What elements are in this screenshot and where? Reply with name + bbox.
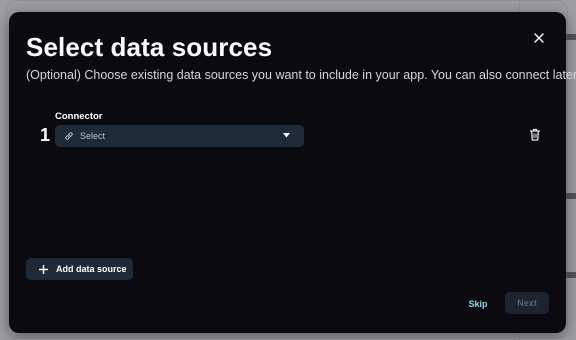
dialog-subtitle: (Optional) Choose existing data sources …	[26, 68, 576, 82]
skip-button[interactable]: Skip	[462, 294, 494, 314]
trash-icon	[529, 128, 541, 141]
delete-connector-button[interactable]	[529, 128, 541, 142]
select-data-sources-dialog: Select data sources (Optional) Choose ex…	[9, 12, 576, 333]
plus-icon	[39, 264, 48, 274]
caret-down-icon	[283, 133, 290, 138]
add-data-source-button[interactable]: Add data source	[26, 258, 133, 280]
close-icon	[534, 33, 544, 43]
link-icon	[64, 131, 74, 141]
connector-label: Connector	[55, 111, 103, 122]
connector-select-placeholder: Select	[80, 131, 106, 141]
dialog-title: Select data sources	[26, 32, 273, 62]
next-button[interactable]: Next	[505, 292, 549, 314]
close-button[interactable]	[531, 30, 547, 46]
add-data-source-label: Add data source	[56, 264, 127, 274]
connector-row-number: 1	[40, 125, 51, 145]
connector-select[interactable]: Select	[55, 125, 304, 147]
